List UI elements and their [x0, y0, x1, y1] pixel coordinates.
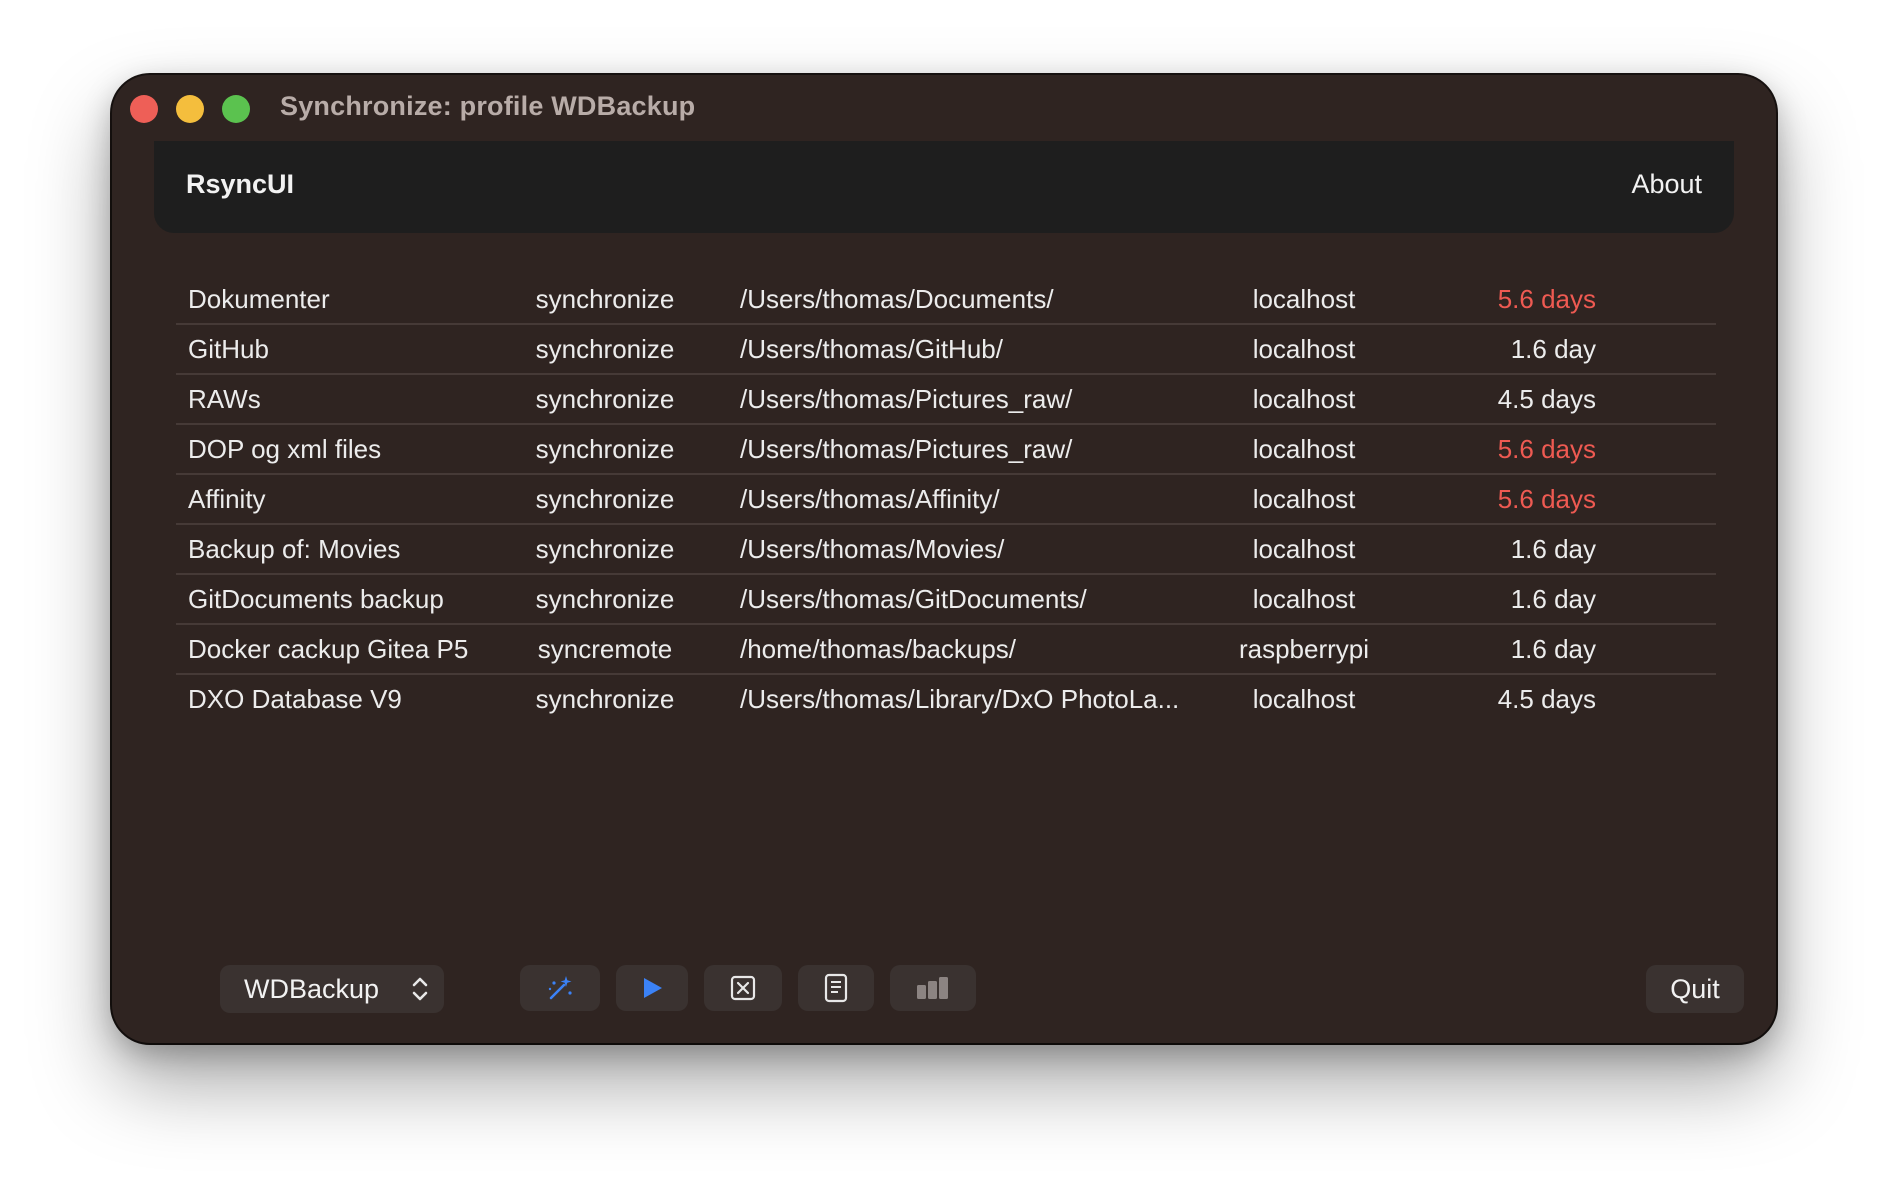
task-row[interactable]: GitHub synchronize/Users/thomas/GitHub/lo… — [176, 325, 1716, 375]
app-name: RsyncUI — [186, 169, 295, 199]
task-name: GitDocuments backup — [188, 584, 444, 614]
task-remote-host: localhost — [1252, 484, 1356, 514]
task-local-path: /Users/thomas/GitDocuments/ — [740, 584, 1087, 614]
app-window: Synchronize: profile WDBackup RsyncUI Ab… — [112, 75, 1776, 1043]
task-type: synchronize — [535, 534, 675, 564]
log-icon — [824, 973, 848, 1003]
task-days-since-run: 1.6 day — [1510, 334, 1596, 364]
abort-button[interactable] — [704, 965, 782, 1011]
bottom-toolbar: WDBackup Quit — [112, 965, 1776, 1015]
log-button[interactable] — [798, 965, 874, 1011]
chart-icon — [917, 977, 948, 999]
task-local-path: /home/thomas/backups/ — [740, 634, 1017, 664]
title-bar: Synchronize: profile WDBackup — [112, 75, 1776, 141]
task-name: Dokumenter — [188, 284, 330, 314]
task-remote-host: raspberrypi — [1238, 634, 1370, 664]
profile-select-value: WDBackup — [244, 974, 380, 1004]
task-type: synchronize — [535, 584, 675, 614]
task-row[interactable]: DXO Database V9 synchronize/Users/thomas/… — [176, 675, 1716, 723]
task-days-since-run: 1.6 day — [1510, 634, 1596, 664]
task-remote-host: localhost — [1252, 684, 1356, 714]
task-row[interactable]: Affinity synchronize/Users/thomas/Affinit… — [176, 475, 1716, 525]
zoom-window-button[interactable] — [222, 95, 250, 123]
task-days-since-run: 4.5 days — [1497, 684, 1596, 714]
play-icon — [644, 978, 662, 998]
estimate-button[interactable] — [520, 965, 600, 1011]
abort-icon — [730, 975, 756, 1001]
task-row[interactable]: Docker cackup Gitea P5 syncremote/home/th… — [176, 625, 1716, 675]
task-remote-host: localhost — [1252, 534, 1356, 564]
task-type: syncremote — [537, 634, 673, 664]
quit-button[interactable]: Quit — [1646, 965, 1744, 1013]
execute-button[interactable] — [616, 965, 688, 1011]
task-name: GitHub — [188, 334, 269, 364]
task-days-since-run: 1.6 day — [1510, 584, 1596, 614]
about-button[interactable]: About — [1631, 169, 1702, 200]
task-type: synchronize — [535, 484, 675, 514]
task-days-since-run: 4.5 days — [1497, 384, 1596, 414]
task-row[interactable]: DOP og xml files synchronize/Users/thomas… — [176, 425, 1716, 475]
navigation-bar: RsyncUI About — [154, 141, 1734, 233]
task-type: synchronize — [535, 684, 675, 714]
task-days-since-run: 1.6 day — [1510, 534, 1596, 564]
task-remote-host: localhost — [1252, 434, 1356, 464]
task-name: DOP og xml files — [188, 434, 382, 464]
task-local-path: /Users/thomas/Library/DxO PhotoLa... — [740, 684, 1180, 714]
task-name: Docker cackup Gitea P5 — [188, 634, 469, 664]
task-local-path: /Users/thomas/Affinity/ — [740, 484, 1000, 514]
task-name: Backup of: Movies — [188, 534, 401, 564]
chevron-up-down-icon — [412, 977, 428, 1001]
task-row[interactable]: RAWs synchronize/Users/thomas/Pictures_ra… — [176, 375, 1716, 425]
statistics-button[interactable] — [890, 965, 976, 1011]
task-name: Affinity — [188, 484, 266, 514]
magic-wand-icon — [548, 976, 572, 1000]
task-type: synchronize — [535, 334, 675, 364]
task-local-path: /Users/thomas/Movies/ — [740, 534, 1005, 564]
close-window-button[interactable] — [130, 95, 158, 123]
window-title: Synchronize: profile WDBackup — [280, 91, 696, 121]
task-local-path: /Users/thomas/Pictures_raw/ — [740, 384, 1073, 414]
task-local-path: /Users/thomas/Documents/ — [740, 284, 1054, 314]
task-type: synchronize — [535, 434, 675, 464]
task-remote-host: localhost — [1252, 284, 1356, 314]
minimize-window-button[interactable] — [176, 95, 204, 123]
task-type: synchronize — [535, 384, 675, 414]
task-row[interactable]: Backup of: Movies synchronize/Users/thoma… — [176, 525, 1716, 575]
task-days-since-run: 5.6 days — [1497, 484, 1596, 514]
task-local-path: /Users/thomas/GitHub/ — [740, 334, 1003, 364]
profile-select[interactable]: WDBackup — [220, 965, 444, 1013]
task-days-since-run: 5.6 days — [1497, 284, 1596, 314]
task-remote-host: localhost — [1252, 334, 1356, 364]
task-row[interactable]: GitDocuments backup synchronize/Users/tho… — [176, 575, 1716, 625]
task-name: RAWs — [188, 384, 261, 414]
task-days-since-run: 5.6 days — [1497, 434, 1596, 464]
task-local-path: /Users/thomas/Pictures_raw/ — [740, 434, 1073, 464]
task-row[interactable]: Dokumenter synchronize/Users/thomas/Docum… — [176, 275, 1716, 325]
task-type: synchronize — [535, 284, 675, 314]
task-remote-host: localhost — [1252, 384, 1356, 414]
task-remote-host: localhost — [1252, 584, 1356, 614]
task-name: DXO Database V9 — [188, 684, 402, 714]
task-table: Dokumenter synchronize/Users/thomas/Docum… — [176, 275, 1716, 723]
